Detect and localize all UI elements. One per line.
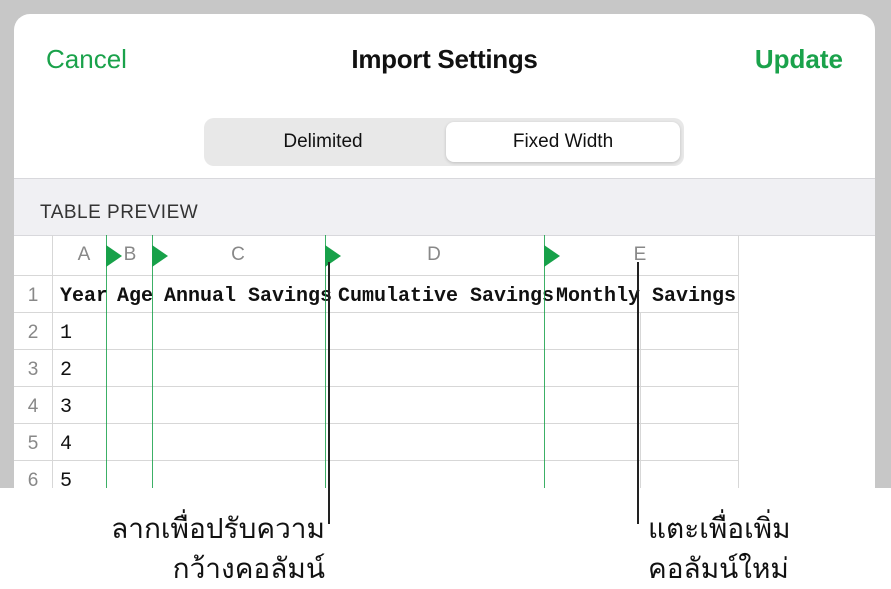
year-cell: 2 [60, 359, 73, 382]
grid-line [14, 460, 738, 461]
update-button[interactable]: Update [755, 44, 843, 75]
tap-callout-line1: แตะเพื่อเพิ่ม [648, 513, 791, 544]
drag-callout-line2: กว้างคอลัมน์ [172, 553, 325, 584]
row-number: 2 [27, 322, 39, 343]
column-header-e[interactable]: E [628, 244, 652, 266]
table-preview-header: TABLE PREVIEW [14, 178, 875, 236]
row-number: 3 [27, 359, 39, 380]
header-cell-monthly-savings: Monthly Savings [556, 285, 737, 308]
header-cell-cumulative-savings: Cumulative Savings [338, 285, 555, 308]
row-number: 5 [27, 433, 39, 454]
grid-line [14, 275, 738, 276]
callout-leader-line [637, 262, 639, 524]
column-header-d: D [427, 244, 441, 265]
sheet-title: Import Settings [351, 44, 538, 74]
grid-line [738, 235, 739, 488]
year-cell: 1 [60, 322, 73, 345]
tap-callout: แตะเพื่อเพิ่ม คอลัมน์ใหม่ [648, 509, 791, 589]
grid-line [640, 312, 641, 488]
drag-callout: ลากเพื่อปรับความ กว้างคอลัมน์ [111, 509, 325, 589]
grid-line [52, 235, 53, 488]
table-preview-grid: A B C D E 1 2 3 4 5 6 Year Age Annual Sa… [14, 235, 739, 488]
column-header-a: A [77, 244, 91, 265]
row-number: 1 [27, 285, 39, 306]
column-header-c: C [231, 244, 245, 265]
row-number: 4 [27, 396, 39, 417]
column-divider-line[interactable] [152, 235, 153, 488]
year-cell: 5 [60, 470, 73, 488]
column-divider-line[interactable] [325, 235, 326, 488]
column-divider-line[interactable] [106, 235, 107, 488]
header-cell-annual-savings: Annual Savings [164, 285, 333, 308]
header-cell-age: Age [117, 285, 154, 308]
year-cell: 4 [60, 433, 73, 456]
delimiter-mode-control: Delimited Fixed Width [204, 118, 684, 166]
grid-line [14, 423, 738, 424]
column-divider-line[interactable] [544, 235, 545, 488]
column-divider-handle-icon[interactable] [152, 245, 168, 267]
grid-line [14, 312, 738, 313]
grid-line [14, 349, 738, 350]
header-cell-year: Year [60, 285, 109, 308]
segment-delimited[interactable]: Delimited [208, 122, 438, 162]
column-divider-handle-icon[interactable] [544, 245, 560, 267]
callout-leader-line [328, 262, 330, 524]
section-label: TABLE PREVIEW [40, 202, 199, 223]
column-divider-handle-icon[interactable] [106, 245, 122, 267]
drag-callout-line1: ลากเพื่อปรับความ [111, 513, 325, 544]
tap-callout-line2: คอลัมน์ใหม่ [648, 553, 789, 584]
grid-line [14, 386, 738, 387]
import-settings-sheet: Cancel Import Settings Update Delimited … [14, 14, 875, 488]
segment-fixed-width[interactable]: Fixed Width [446, 122, 680, 162]
year-cell: 3 [60, 396, 73, 419]
row-number: 6 [27, 470, 39, 488]
